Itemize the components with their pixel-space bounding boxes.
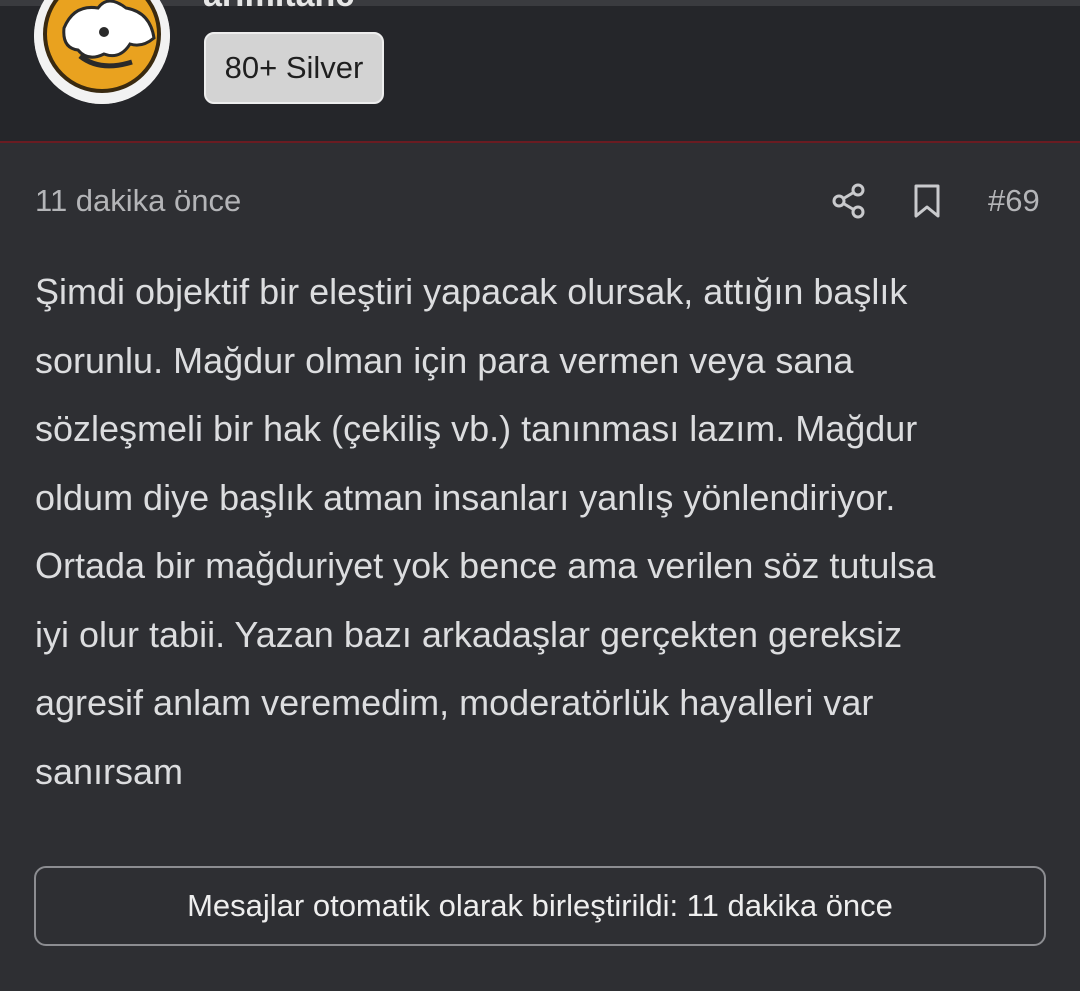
- bookmark-icon[interactable]: [912, 183, 942, 219]
- post-body-line: agresif anlam veremedim, moderatörlük ha…: [35, 682, 874, 723]
- post-number-link[interactable]: #69: [988, 183, 1040, 219]
- post-body-line: sözleşmeli bir hak (çekiliş vb.) tanınma…: [35, 408, 918, 449]
- share-icon[interactable]: [832, 183, 866, 219]
- post-body-line: Şimdi objektif bir eleştiri yapacak olur…: [35, 271, 908, 312]
- post-body-line: oldum diye başlık atman insanları yanlış…: [35, 476, 896, 518]
- post-body-line: Ortada bir mağduriyet yok bence ama veri…: [35, 545, 936, 586]
- post-body-line: iyi olur tabii. Yazan bazı arkadaşlar ge…: [35, 613, 903, 655]
- post-body: Şimdi objektif bir eleştiri yapacak olur…: [35, 258, 1045, 806]
- avatar-mascot-icon: [34, 0, 170, 104]
- username[interactable]: arimitanc: [203, 0, 354, 15]
- post-header: arimitanc 80+ Silver: [0, 0, 1080, 143]
- user-rank-badge: 80+ Silver: [204, 32, 384, 104]
- post-body-line: sorunlu. Mağdur olman için para vermen v…: [35, 339, 854, 381]
- merge-notice: Mesajlar otomatik olarak birleştirildi: …: [34, 866, 1046, 946]
- post-body-line: sanırsam: [35, 750, 184, 792]
- post-timestamp[interactable]: 11 dakika önce: [35, 183, 241, 219]
- avatar[interactable]: [34, 0, 170, 104]
